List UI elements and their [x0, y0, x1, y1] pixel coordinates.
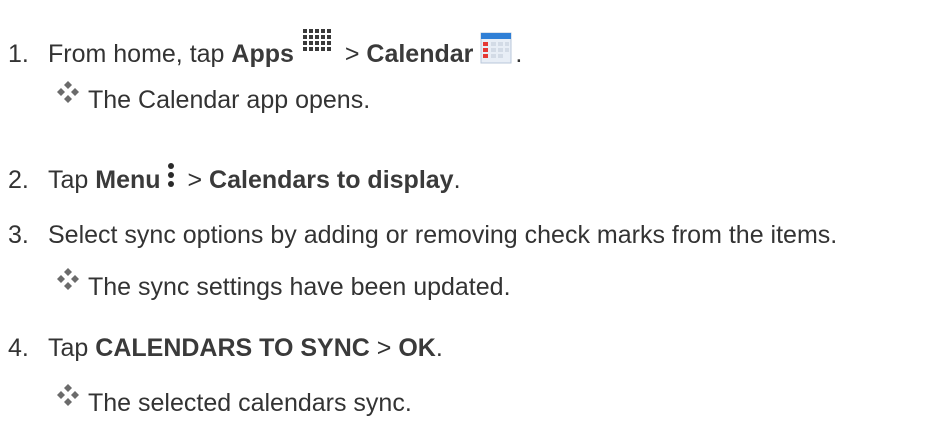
- apps-grid-icon: [300, 28, 334, 65]
- result-text: The selected calendars sync.: [88, 389, 412, 417]
- menu-dots-icon: [167, 162, 175, 197]
- step-number: 3.: [8, 221, 29, 249]
- diamond-bullet-icon: [56, 80, 80, 110]
- step-number: 1.: [8, 40, 29, 68]
- apps-label: Apps: [231, 40, 294, 68]
- separator: >: [369, 334, 399, 362]
- calendars-to-sync-label: CALENDARS TO SYNC: [95, 334, 370, 362]
- period: .: [453, 166, 461, 194]
- calendars-to-display-label: Calendars to display: [209, 166, 454, 194]
- step-text: From home, tap: [48, 40, 232, 68]
- step-1: 1. From home, tap Apps > Calendar .: [8, 28, 522, 68]
- ok-label: OK: [398, 334, 436, 362]
- separator: >: [337, 40, 367, 68]
- step-2: 2. Tap Menu > Calendars to display.: [8, 160, 461, 194]
- step-text: Select sync options by adding or removin…: [48, 221, 838, 249]
- result-2: The sync settings have been updated.: [56, 268, 511, 302]
- menu-label: Menu: [95, 166, 161, 194]
- calendar-icon: [479, 31, 513, 72]
- step-text: Tap: [48, 166, 96, 194]
- diamond-bullet-icon: [56, 383, 80, 413]
- step-number: 2.: [8, 166, 29, 194]
- diamond-bullet-icon: [56, 267, 80, 297]
- instructions-page: { "steps": [ { "number": "1.", "text_1":…: [0, 0, 935, 428]
- separator: >: [180, 166, 210, 194]
- result-text: The sync settings have been updated.: [88, 273, 511, 301]
- period: .: [435, 334, 443, 362]
- step-text: Tap: [48, 334, 96, 362]
- result-1: The Calendar app opens.: [56, 81, 371, 115]
- period: .: [515, 40, 523, 68]
- step-3: 3. Select sync options by adding or remov…: [8, 220, 837, 250]
- step-number: 4.: [8, 334, 29, 362]
- result-text: The Calendar app opens.: [88, 86, 371, 114]
- step-4: 4. Tap CALENDARS TO SYNC > OK.: [8, 333, 443, 363]
- calendar-label: Calendar: [366, 40, 474, 68]
- result-3: The selected calendars sync.: [56, 384, 412, 418]
